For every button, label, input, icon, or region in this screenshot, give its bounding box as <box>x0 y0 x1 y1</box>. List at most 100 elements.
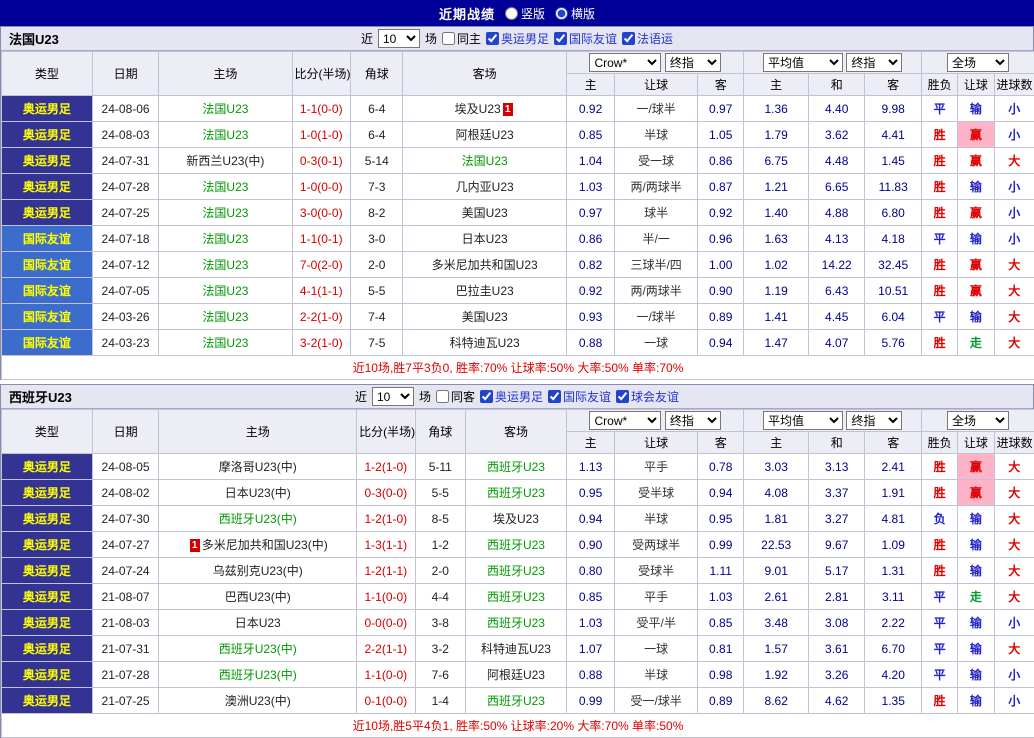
score-cell[interactable]: 4-1(1-1) <box>292 278 351 304</box>
layout-radio-horizontal[interactable]: 横版 <box>555 5 595 22</box>
match-count-select[interactable]: 10 <box>378 29 420 48</box>
away-team-cell[interactable]: 阿根廷U23 <box>466 662 567 688</box>
home-team-cell[interactable]: 法国U23 <box>159 252 292 278</box>
fulltime-select[interactable]: 全场 <box>947 411 1009 430</box>
away-team-cell[interactable]: 科特迪瓦U23 <box>466 636 567 662</box>
home-team-cell[interactable]: 法国U23 <box>159 226 292 252</box>
away-team-cell[interactable]: 多米尼加共和国U23 <box>403 252 566 278</box>
home-team-cell[interactable]: 西班牙U23(中) <box>159 662 357 688</box>
fulltime-select[interactable]: 全场 <box>947 53 1009 72</box>
final-index-select-2[interactable]: 终指 <box>846 411 902 430</box>
handicap-home-odds: 0.94 <box>566 506 614 532</box>
score-cell[interactable]: 1-2(1-0) <box>357 506 416 532</box>
handicap-home-odds: 0.80 <box>566 558 614 584</box>
comp-checkbox-friendly[interactable]: 国际友谊 <box>548 388 611 405</box>
score-cell[interactable]: 1-1(0-0) <box>292 96 351 122</box>
score-cell[interactable]: 1-1(0-0) <box>357 662 416 688</box>
home-team-cell[interactable]: 法国U23 <box>159 174 292 200</box>
result-goals: 小 <box>994 200 1034 226</box>
score-cell[interactable]: 1-3(1-1) <box>357 532 416 558</box>
away-team-cell[interactable]: 阿根廷U23 <box>403 122 566 148</box>
home-team-cell[interactable]: 日本U23(中) <box>159 480 357 506</box>
score-cell[interactable]: 1-2(1-0) <box>357 454 416 480</box>
match-count-select[interactable]: 10 <box>372 387 414 406</box>
team-name: 法国U23 <box>202 232 248 246</box>
home-team-cell[interactable]: 巴西U23(中) <box>159 584 357 610</box>
average-select[interactable]: 平均值 <box>763 53 843 72</box>
average-select[interactable]: 平均值 <box>763 411 843 430</box>
home-team-cell[interactable]: 法国U23 <box>159 330 292 356</box>
horizontal-radio-input[interactable] <box>555 7 568 20</box>
comp-checkbox-olympic[interactable]: 奥运男足 <box>480 388 543 405</box>
away-team-cell[interactable]: 几内亚U23 <box>403 174 566 200</box>
same-venue-checkbox[interactable]: 同客 <box>436 388 475 405</box>
score-cell[interactable]: 1-0(0-0) <box>292 174 351 200</box>
bookmaker-select[interactable]: Crow* <box>589 411 661 430</box>
home-team-cell[interactable]: 1多米尼加共和国U23(中) <box>159 532 357 558</box>
away-team-cell[interactable]: 美国U23 <box>403 304 566 330</box>
games-label: 场 <box>425 30 437 47</box>
score-cell[interactable]: 1-1(0-0) <box>357 584 416 610</box>
away-team-cell[interactable]: 日本U23 <box>403 226 566 252</box>
home-team-cell[interactable]: 日本U23 <box>159 610 357 636</box>
final-index-select[interactable]: 终指 <box>665 411 721 430</box>
home-team-cell[interactable]: 法国U23 <box>159 304 292 330</box>
score-cell[interactable]: 2-2(1-0) <box>292 304 351 330</box>
away-team-cell[interactable]: 西班牙U23 <box>466 480 567 506</box>
score-cell[interactable]: 2-2(1-1) <box>357 636 416 662</box>
score-cell[interactable]: 3-2(1-0) <box>292 330 351 356</box>
away-team-cell[interactable]: 美国U23 <box>403 200 566 226</box>
comp-checkbox-club-friendly[interactable]: 球会友谊 <box>616 388 679 405</box>
away-team-cell[interactable]: 科特迪瓦U23 <box>403 330 566 356</box>
home-team-cell[interactable]: 新西兰U23(中) <box>159 148 292 174</box>
home-team-cell[interactable]: 法国U23 <box>159 96 292 122</box>
home-team-cell[interactable]: 乌兹别克U23(中) <box>159 558 357 584</box>
home-team-cell[interactable]: 法国U23 <box>159 278 292 304</box>
comp-francophone-input[interactable] <box>622 32 635 45</box>
team-name: 法国U23 <box>202 206 248 220</box>
match-type-cell: 奥运男足 <box>2 506 93 532</box>
away-team-cell[interactable]: 埃及U23 <box>466 506 567 532</box>
final-index-select-2[interactable]: 终指 <box>846 53 902 72</box>
same-venue-checkbox[interactable]: 同主 <box>442 30 481 47</box>
comp-olympic-input[interactable] <box>480 390 493 403</box>
comp-friendly-input[interactable] <box>554 32 567 45</box>
home-team-cell[interactable]: 澳洲U23(中) <box>159 688 357 714</box>
comp-checkbox-francophone[interactable]: 法语运 <box>622 30 673 47</box>
same-venue-input[interactable] <box>442 32 455 45</box>
comp-olympic-input[interactable] <box>486 32 499 45</box>
home-team-cell[interactable]: 西班牙U23(中) <box>159 636 357 662</box>
score-cell[interactable]: 1-1(0-1) <box>292 226 351 252</box>
away-team-cell[interactable]: 法国U23 <box>403 148 566 174</box>
away-team-cell[interactable]: 西班牙U23 <box>466 454 567 480</box>
home-team-cell[interactable]: 西班牙U23(中) <box>159 506 357 532</box>
away-team-cell[interactable]: 西班牙U23 <box>466 532 567 558</box>
score-cell[interactable]: 0-3(0-0) <box>357 480 416 506</box>
score-cell[interactable]: 1-0(1-0) <box>292 122 351 148</box>
away-team-cell[interactable]: 西班牙U23 <box>466 584 567 610</box>
away-team-cell[interactable]: 埃及U231 <box>403 96 566 122</box>
final-index-select[interactable]: 终指 <box>665 53 721 72</box>
away-team-cell[interactable]: 西班牙U23 <box>466 610 567 636</box>
result-wdl: 平 <box>921 662 957 688</box>
away-team-cell[interactable]: 巴拉圭U23 <box>403 278 566 304</box>
comp-checkbox-olympic[interactable]: 奥运男足 <box>486 30 549 47</box>
home-team-cell[interactable]: 摩洛哥U23(中) <box>159 454 357 480</box>
score-cell[interactable]: 0-0(0-0) <box>357 610 416 636</box>
comp-friendly-input[interactable] <box>548 390 561 403</box>
same-venue-input[interactable] <box>436 390 449 403</box>
score-cell[interactable]: 0-3(0-1) <box>292 148 351 174</box>
away-team-cell[interactable]: 西班牙U23 <box>466 558 567 584</box>
away-team-cell[interactable]: 西班牙U23 <box>466 688 567 714</box>
score-cell[interactable]: 3-0(0-0) <box>292 200 351 226</box>
home-team-cell[interactable]: 法国U23 <box>159 200 292 226</box>
score-cell[interactable]: 0-1(0-0) <box>357 688 416 714</box>
score-cell[interactable]: 1-2(1-1) <box>357 558 416 584</box>
comp-club-friendly-input[interactable] <box>616 390 629 403</box>
score-cell[interactable]: 7-0(2-0) <box>292 252 351 278</box>
vertical-radio-input[interactable] <box>505 7 518 20</box>
comp-checkbox-friendly[interactable]: 国际友谊 <box>554 30 617 47</box>
layout-radio-vertical[interactable]: 竖版 <box>505 5 545 22</box>
bookmaker-select[interactable]: Crow* <box>589 53 661 72</box>
home-team-cell[interactable]: 法国U23 <box>159 122 292 148</box>
